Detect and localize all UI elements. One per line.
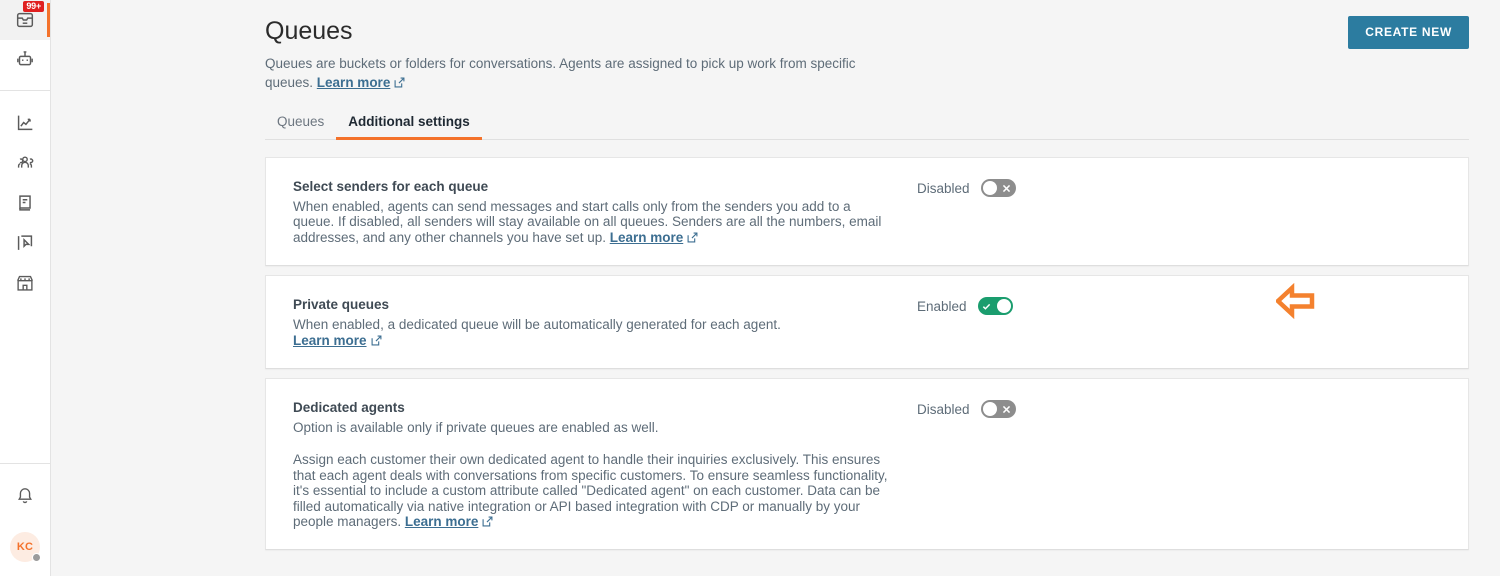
card-body: Select senders for each queue When enabl… [293, 178, 893, 245]
sidebar-item-knowledge-base[interactable] [0, 183, 50, 223]
tab-queues[interactable]: Queues [265, 109, 336, 140]
card-title: Private queues [293, 297, 390, 313]
cross-icon [999, 179, 1015, 197]
sidebar-item-notifications[interactable] [0, 476, 50, 516]
avatar[interactable]: KC [10, 532, 41, 562]
external-link-icon [482, 516, 493, 527]
header-learn-more-link[interactable]: Learn more [317, 75, 391, 90]
knowledge-base-icon [14, 192, 36, 214]
toggle-status-label: Enabled [917, 298, 967, 314]
external-link-icon [371, 335, 382, 346]
automations-icon [14, 232, 36, 254]
card-control: Disabled [917, 399, 1016, 419]
card-body: Private queues When enabled, a dedicated… [293, 296, 893, 348]
setting-card-private-queues: Private queues When enabled, a dedicated… [265, 275, 1469, 370]
card-description: When enabled, agents can send messages a… [293, 199, 893, 245]
card-body: Dedicated agents Option is available onl… [293, 399, 893, 529]
sidebar-item-team[interactable] [0, 143, 50, 183]
card-description-text: Assign each customer their own dedicated… [293, 452, 888, 530]
dedicated-agents-toggle[interactable] [980, 400, 1016, 419]
card-title: Dedicated agents [293, 400, 405, 416]
bot-icon [14, 49, 36, 71]
avatar-status-dot [32, 553, 41, 562]
inbox-unread-badge: 99+ [23, 1, 44, 12]
toggle-status-label: Disabled [917, 401, 970, 417]
card-control: Disabled [917, 178, 1016, 197]
analytics-icon [14, 112, 36, 134]
sidebar-item-automations[interactable] [0, 223, 50, 263]
card-description-text: When enabled, a dedicated queue will be … [293, 317, 781, 333]
card-learn-more-link[interactable]: Learn more [293, 333, 367, 348]
setting-card-dedicated-agents: Dedicated agents Option is available onl… [265, 378, 1469, 551]
card-subtitle: Option is available only if private queu… [293, 420, 659, 436]
sidebar-item-analytics[interactable] [0, 103, 50, 143]
private-queues-toggle[interactable] [977, 297, 1013, 316]
sidebar-item-store[interactable] [0, 263, 50, 303]
toggle-knob [996, 299, 1011, 314]
card-learn-more-link[interactable]: Learn more [405, 514, 479, 529]
setting-card-select-senders: Select senders for each queue When enabl… [265, 157, 1469, 267]
create-new-button[interactable]: CREATE NEW [1348, 16, 1469, 49]
sidebar-primary-group: 99+ [0, 0, 50, 80]
card-description-text: When enabled, agents can send messages a… [293, 199, 882, 245]
inbox-icon [14, 9, 36, 31]
left-nav-sidebar: 99+ KC [0, 0, 51, 576]
app-root: 99+ KC Queues Queues are buckets or fold… [0, 0, 1500, 576]
page-description: Queues are buckets or folders for conver… [265, 54, 865, 92]
card-description: Assign each customer their own dedicated… [293, 452, 893, 529]
card-title: Select senders for each queue [293, 179, 489, 194]
settings-tabs: Queues Additional settings [265, 109, 1469, 140]
sidebar-item-bots[interactable] [0, 40, 50, 80]
toggle-status-label: Disabled [917, 180, 970, 196]
page-header: Queues Queues are buckets or folders for… [51, 0, 1500, 92]
select-senders-toggle[interactable] [980, 179, 1016, 197]
sidebar-secondary-group [0, 103, 50, 303]
toggle-knob [982, 181, 997, 195]
card-control: Enabled [917, 296, 1013, 316]
sidebar-item-inbox[interactable]: 99+ [0, 0, 50, 40]
main-content: Queues Queues are buckets or folders for… [51, 0, 1500, 576]
settings-card-list: Select senders for each queue When enabl… [265, 157, 1469, 551]
cross-icon [999, 400, 1015, 418]
sidebar-divider-bottom [0, 463, 50, 464]
card-description: When enabled, a dedicated queue will be … [293, 317, 893, 348]
external-link-icon [687, 232, 698, 243]
storefront-icon [14, 272, 36, 294]
check-icon [979, 297, 995, 315]
card-learn-more-link[interactable]: Learn more [610, 230, 684, 245]
page-title: Queues [265, 17, 353, 45]
tab-additional-settings[interactable]: Additional settings [336, 109, 482, 140]
sidebar-divider-top [0, 90, 50, 91]
toggle-knob [982, 402, 997, 417]
external-link-icon [394, 77, 405, 88]
team-icon [14, 152, 36, 174]
sidebar-bottom-group: KC [0, 476, 50, 576]
bell-icon [14, 485, 36, 507]
